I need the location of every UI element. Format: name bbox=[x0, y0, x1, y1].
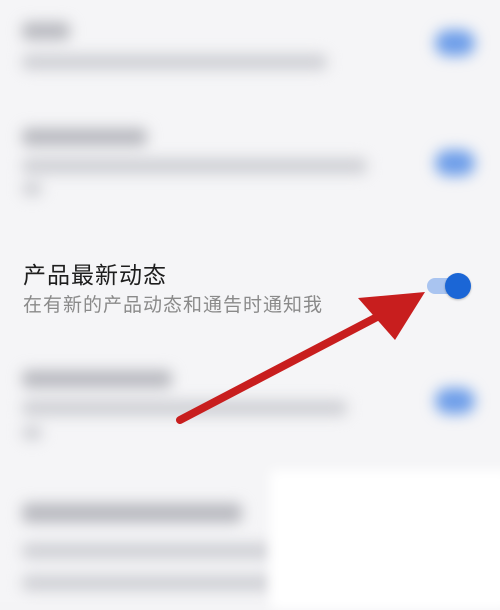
toggle-knob bbox=[445, 273, 471, 299]
product-news-toggle[interactable] bbox=[425, 273, 473, 299]
setting-title: 产品最新动态 bbox=[23, 263, 167, 289]
settings-screen: 产品最新动态 在有新的产品动态和通告时通知我 bbox=[0, 0, 500, 610]
blurred-setting-row bbox=[0, 360, 500, 450]
blurred-setting-row bbox=[0, 12, 500, 82]
blurred-setting-row bbox=[0, 120, 500, 210]
blurred-area bbox=[270, 470, 500, 610]
setting-row-product-news[interactable]: 产品最新动态 在有新的产品动态和通告时通知我 bbox=[0, 242, 500, 328]
setting-description: 在有新的产品动态和通告时通知我 bbox=[23, 294, 324, 316]
